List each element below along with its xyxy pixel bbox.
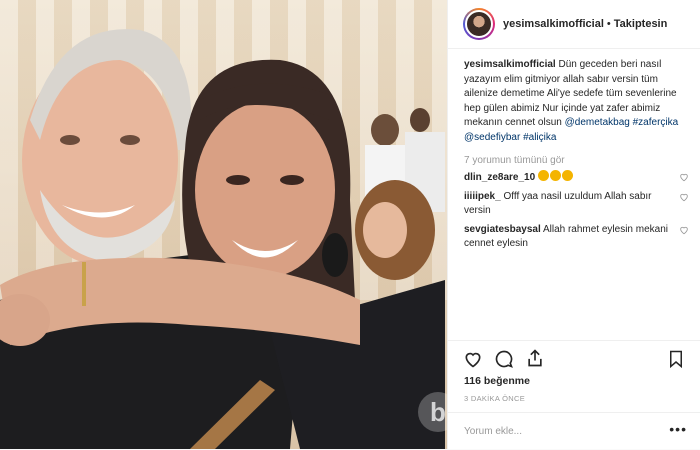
comments-section: yesimsalkimofficial Dün geceden beri nas…: [448, 58, 700, 252]
comment-emoji-group: [537, 170, 574, 183]
comment-heart-icon[interactable]: [679, 225, 689, 235]
share-icon[interactable]: [525, 348, 545, 368]
comment-input[interactable]: Yorum ekle...: [464, 426, 522, 437]
post-photo[interactable]: b: [0, 0, 447, 449]
comment-item: iiiiipek_ Offf yaa nasil uzuldum Allah s…: [464, 190, 688, 219]
more-options-icon[interactable]: •••: [669, 421, 687, 437]
caption-username[interactable]: yesimsalkimofficial: [464, 59, 556, 70]
post-caption: yesimsalkimofficial Dün geceden beri nas…: [464, 58, 687, 145]
post-timestamp: 3 DAKİKA ÖNCE: [464, 394, 526, 403]
comment-username[interactable]: sevgiatesbaysal: [464, 224, 541, 235]
header-username[interactable]: yesimsalkimofficial: [503, 18, 604, 30]
post-header: yesimsalkimofficial • Takiptesin: [448, 0, 700, 49]
comment-username[interactable]: dlin_ze8are_10: [464, 172, 535, 183]
photo-illustration: [0, 29, 445, 449]
bookmark-icon[interactable]: [667, 349, 685, 369]
clapping-hands-icon: [549, 170, 561, 181]
add-comment-bar: Yorum ekle... •••: [448, 412, 700, 450]
post-actions: [448, 340, 700, 377]
comment-item: dlin_ze8are_10: [464, 170, 688, 186]
caption-tag[interactable]: @sedefiybar: [464, 132, 520, 143]
header-separator: •: [606, 18, 611, 30]
caption-tag[interactable]: #zaferçika: [633, 117, 679, 128]
avatar-story-ring[interactable]: [463, 8, 495, 40]
caption-tag[interactable]: #aliçika: [523, 132, 556, 143]
instagram-post: b yesimsalkimofficial • Takiptesin yesim…: [0, 0, 700, 449]
comment-heart-icon[interactable]: [679, 192, 689, 202]
comment-heart-icon[interactable]: [679, 172, 689, 182]
comment-icon[interactable]: [494, 349, 514, 369]
comment-username[interactable]: iiiiipek_: [464, 191, 501, 202]
post-sidebar: yesimsalkimofficial • Takiptesin yesimsa…: [447, 0, 700, 449]
comment-item: sevgiatesbaysal Allah rahmet eylesin mek…: [464, 223, 688, 252]
heart-icon[interactable]: [463, 349, 483, 369]
likes-count[interactable]: 116 beğenme: [464, 375, 530, 387]
avatar: [465, 10, 493, 38]
caption-tag[interactable]: @demetakbag: [565, 117, 630, 128]
follow-status-button[interactable]: Takiptesin: [614, 18, 668, 30]
clapping-hands-icon: [537, 170, 549, 181]
clapping-hands-icon: [561, 170, 573, 181]
view-all-comments-link[interactable]: 7 yorumun tümünü gör: [464, 155, 700, 166]
